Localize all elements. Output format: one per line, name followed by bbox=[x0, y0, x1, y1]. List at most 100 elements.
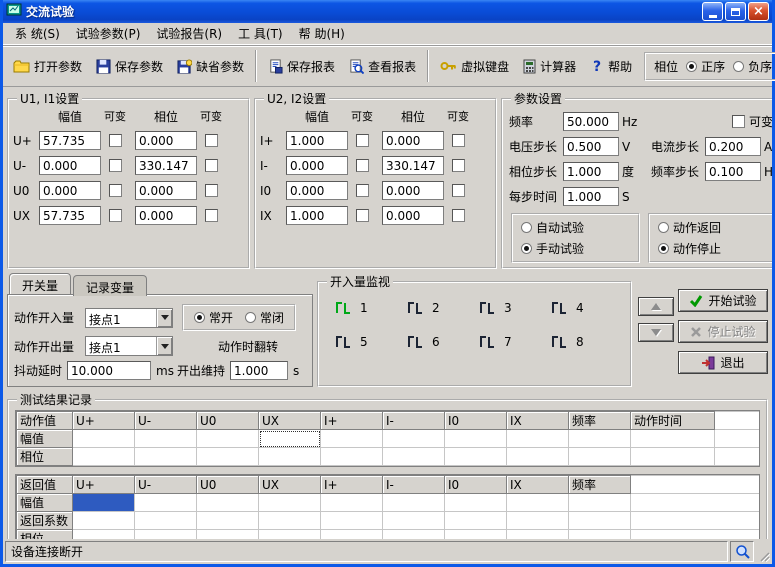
ux-phase-variable-checkbox[interactable] bbox=[205, 209, 218, 222]
iminus-amplitude-input[interactable] bbox=[286, 156, 348, 175]
grid-cell[interactable] bbox=[383, 448, 445, 466]
uplus-phase-input[interactable] bbox=[135, 131, 197, 150]
save-params-button[interactable]: 保存参数 bbox=[90, 53, 169, 80]
grid-cell[interactable] bbox=[569, 494, 631, 512]
grid-cell[interactable] bbox=[383, 512, 445, 530]
grid-cell[interactable] bbox=[73, 512, 135, 530]
status-icon-box[interactable] bbox=[730, 541, 754, 562]
exit-button[interactable]: 退出 bbox=[678, 351, 768, 374]
auto-test-radio[interactable]: 自动试验 bbox=[521, 219, 630, 236]
tab-record-variables[interactable]: 记录变量 bbox=[73, 275, 147, 296]
action-input-select[interactable]: 接点1 bbox=[85, 308, 173, 328]
uminus-amplitude-input[interactable] bbox=[39, 156, 101, 175]
manual-test-radio[interactable]: 手动试验 bbox=[521, 240, 630, 257]
normally-open-radio[interactable]: 常开 bbox=[194, 309, 233, 326]
grid-cell[interactable] bbox=[197, 512, 259, 530]
grid-cell[interactable] bbox=[135, 494, 197, 512]
step-time-input[interactable] bbox=[563, 187, 619, 206]
grid-cell[interactable] bbox=[321, 530, 383, 540]
menu-test-report[interactable]: 试验报告(R) bbox=[148, 23, 230, 44]
ux-amp-variable-checkbox[interactable] bbox=[109, 209, 122, 222]
output-hold-input[interactable] bbox=[230, 361, 288, 380]
monitor-channel-2[interactable]: 2 bbox=[403, 299, 475, 317]
izero-amp-variable-checkbox[interactable] bbox=[356, 184, 369, 197]
grid-cell[interactable] bbox=[507, 512, 569, 530]
help-button[interactable]: ? 帮助 bbox=[584, 53, 638, 80]
jitter-delay-input[interactable] bbox=[67, 361, 151, 380]
menu-system[interactable]: 系 统(S) bbox=[7, 23, 68, 44]
grid-cell[interactable] bbox=[321, 494, 383, 512]
save-report-button[interactable]: 保存报表 bbox=[262, 53, 341, 80]
grid-cell[interactable] bbox=[631, 448, 715, 466]
menu-help[interactable]: 帮 助(H) bbox=[291, 23, 353, 44]
uminus-amp-variable-checkbox[interactable] bbox=[109, 159, 122, 172]
grid-cell[interactable] bbox=[135, 530, 197, 540]
uzero-amplitude-input[interactable] bbox=[39, 181, 101, 200]
grid-cell[interactable] bbox=[197, 530, 259, 540]
grid-cell[interactable] bbox=[383, 494, 445, 512]
grid-cell[interactable] bbox=[135, 430, 197, 448]
view-report-button[interactable]: 查看报表 bbox=[343, 53, 422, 80]
iminus-phase-variable-checkbox[interactable] bbox=[452, 159, 465, 172]
normally-closed-radio[interactable]: 常闭 bbox=[245, 309, 284, 326]
open-params-button[interactable]: 打开参数 bbox=[7, 53, 88, 80]
ix-phase-input[interactable] bbox=[382, 206, 444, 225]
title-bar[interactable]: 交流试验 × bbox=[3, 0, 772, 23]
grid-cell[interactable] bbox=[445, 530, 507, 540]
positive-sequence-radio[interactable]: 正序 bbox=[686, 58, 725, 75]
grid-cell[interactable] bbox=[135, 448, 197, 466]
monitor-channel-3[interactable]: 3 bbox=[475, 299, 547, 317]
grid-cell[interactable] bbox=[507, 494, 569, 512]
uminus-phase-input[interactable] bbox=[135, 156, 197, 175]
calculator-button[interactable]: 计算器 bbox=[517, 53, 582, 80]
tab-switch-quantity[interactable]: 开关量 bbox=[9, 273, 71, 294]
grid-cell[interactable] bbox=[73, 530, 135, 540]
monitor-channel-4[interactable]: 4 bbox=[547, 299, 619, 317]
grid-cell[interactable] bbox=[321, 512, 383, 530]
grid-cell[interactable] bbox=[569, 512, 631, 530]
grid-cell[interactable] bbox=[507, 430, 569, 448]
resize-grip[interactable] bbox=[756, 541, 770, 562]
grid-cell[interactable] bbox=[259, 448, 321, 466]
grid-cell[interactable] bbox=[259, 530, 321, 540]
ux-phase-input[interactable] bbox=[135, 206, 197, 225]
uzero-amp-variable-checkbox[interactable] bbox=[109, 184, 122, 197]
ux-amplitude-input[interactable] bbox=[39, 206, 101, 225]
grid-cell[interactable] bbox=[259, 494, 321, 512]
frequency-variable-checkbox[interactable]: 可变 bbox=[732, 113, 772, 130]
uplus-phase-variable-checkbox[interactable] bbox=[205, 134, 218, 147]
stop-test-button[interactable]: 停止试验 bbox=[678, 320, 768, 343]
iplus-amp-variable-checkbox[interactable] bbox=[356, 134, 369, 147]
grid-cell[interactable] bbox=[445, 448, 507, 466]
action-output-select[interactable]: 接点1 bbox=[85, 336, 173, 356]
grid-cell[interactable] bbox=[445, 512, 507, 530]
start-test-button[interactable]: 开始试验 bbox=[678, 289, 768, 312]
ix-phase-variable-checkbox[interactable] bbox=[452, 209, 465, 222]
izero-phase-input[interactable] bbox=[382, 181, 444, 200]
maximize-button[interactable] bbox=[725, 2, 746, 21]
freq-step-input[interactable] bbox=[705, 162, 761, 181]
grid-cell[interactable] bbox=[197, 448, 259, 466]
current-step-input[interactable] bbox=[705, 137, 761, 156]
grid-cell[interactable] bbox=[445, 430, 507, 448]
grid-cell[interactable] bbox=[631, 430, 715, 448]
grid-cell[interactable] bbox=[569, 448, 631, 466]
iminus-amp-variable-checkbox[interactable] bbox=[356, 159, 369, 172]
monitor-channel-6[interactable]: 6 bbox=[403, 333, 475, 351]
iplus-amplitude-input[interactable] bbox=[286, 131, 348, 150]
monitor-channel-7[interactable]: 7 bbox=[475, 333, 547, 351]
menu-tools[interactable]: 工 具(T) bbox=[230, 23, 291, 44]
monitor-channel-1[interactable]: 1 bbox=[331, 299, 403, 317]
grid-cell[interactable] bbox=[73, 430, 135, 448]
action-return-radio[interactable]: 动作返回 bbox=[658, 219, 767, 236]
grid-cell[interactable] bbox=[259, 430, 321, 448]
step-up-button[interactable] bbox=[638, 297, 674, 316]
uzero-phase-input[interactable] bbox=[135, 181, 197, 200]
uplus-amplitude-input[interactable] bbox=[39, 131, 101, 150]
grid-cell[interactable] bbox=[321, 430, 383, 448]
uplus-amp-variable-checkbox[interactable] bbox=[109, 134, 122, 147]
monitor-channel-8[interactable]: 8 bbox=[547, 333, 619, 351]
grid-cell[interactable] bbox=[569, 430, 631, 448]
grid-cell[interactable] bbox=[569, 530, 631, 540]
virtual-keyboard-button[interactable]: 虚拟键盘 bbox=[434, 53, 515, 80]
